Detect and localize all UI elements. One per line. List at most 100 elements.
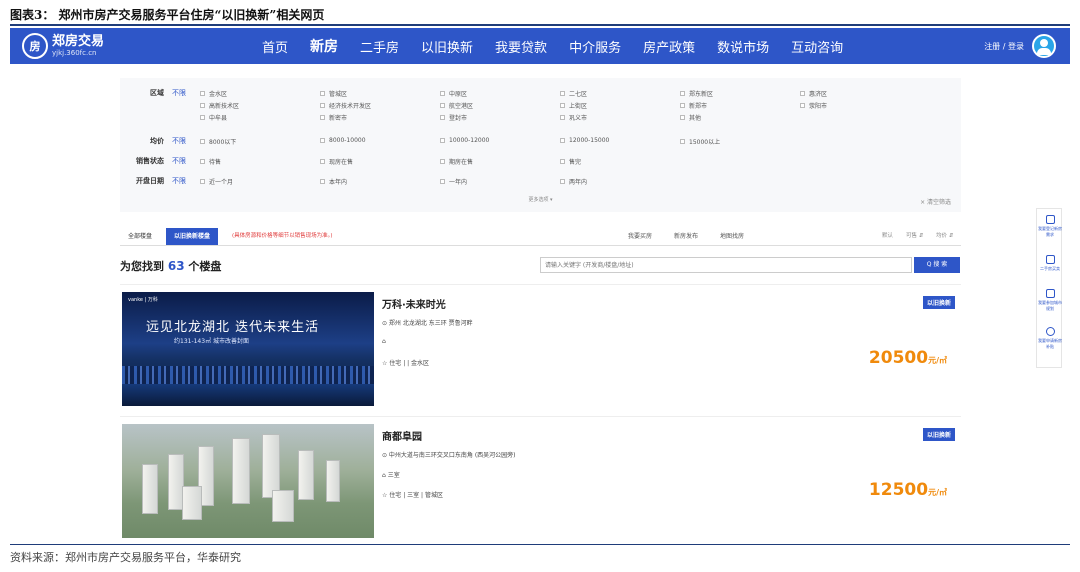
filter-option[interactable]: 10000-12000 <box>440 137 489 144</box>
side-item-subsidy[interactable]: 我要申请新房补贴 <box>1037 327 1063 350</box>
filter-option[interactable]: 荥阳市 <box>800 101 827 110</box>
filter-option[interactable]: 新郑市 <box>680 101 707 110</box>
filter-option[interactable]: 两年内 <box>560 177 587 186</box>
nav-market-data[interactable]: 数说市场 <box>717 37 769 56</box>
logo-url: yjkj.360fc.cn <box>52 48 97 57</box>
filter-label-status: 销售状态 <box>136 157 164 165</box>
filter-option[interactable]: 管城区 <box>320 89 347 98</box>
clear-filter-button[interactable]: × 清空筛选 <box>920 197 951 206</box>
nav-loans[interactable]: 我要贷款 <box>495 37 547 56</box>
filter-label-district: 区域 <box>150 89 164 97</box>
filter-panel: 区域 不限 金水区 管城区 中原区 二七区 郑东新区 惠济区 高新技术区 经济技… <box>120 78 961 212</box>
listing-type: ☆ 住宅 | | 金水区 <box>382 360 430 367</box>
filter-option[interactable]: 惠济区 <box>800 89 827 98</box>
filter-label-price: 均价 <box>150 137 164 145</box>
nav-trade-in[interactable]: 以旧换新 <box>421 37 473 56</box>
side-toolbar: 我要登记新房需求 二手房买卖 我要参加城市规划 我要申请新房补贴 <box>1036 208 1062 368</box>
filter-status-unlimited[interactable]: 不限 <box>172 156 186 166</box>
more-options-toggle[interactable]: 更多选项 ▾ <box>120 196 961 203</box>
divider <box>120 416 961 417</box>
report-title: 图表3： 郑州市房产交易服务平台住房“以旧换新”相关网页 <box>10 8 325 22</box>
filter-option[interactable]: 金水区 <box>200 89 227 98</box>
filter-option[interactable]: 上街区 <box>560 101 587 110</box>
sort-default[interactable]: 默认 <box>882 228 893 245</box>
document-icon <box>1045 215 1055 224</box>
main-nav: 首页 新房 二手房 以旧换新 我要贷款 中介服务 房产政策 数说市场 互动咨询 <box>262 28 865 64</box>
listing-price: 12500元/㎡ <box>868 480 947 500</box>
nav-policy[interactable]: 房产政策 <box>643 37 695 56</box>
filter-option[interactable]: 8000以下 <box>200 137 236 146</box>
search-button[interactable]: Q 搜 索 <box>914 257 960 273</box>
filter-option[interactable]: 中原区 <box>440 89 467 98</box>
filter-option[interactable]: 8000-10000 <box>320 137 366 144</box>
listing-layout: ⌂ 三室 <box>382 472 400 479</box>
side-item-planning[interactable]: 我要参加城市规划 <box>1037 289 1063 312</box>
listing-address: ⊙ 中州大道与南三环交叉口东南角 (西吴河公园旁) <box>382 452 516 459</box>
filter-option[interactable]: 售完 <box>560 157 581 166</box>
report-source: 资料来源：郑州市房产交易服务平台，华泰研究 <box>10 551 241 564</box>
filter-option[interactable]: 现房在售 <box>320 157 353 166</box>
listing-tabs: 全部楼盘 以旧换新楼盘 (具体房源和价格等细节以销售现场为准。) 我要买房 新房… <box>120 228 961 246</box>
bottom-rule <box>10 544 1070 545</box>
logo-house-icon: 房 <box>22 33 48 59</box>
listing-card[interactable]: 商都阜园 ⊙ 中州大道与南三环交叉口东南角 (西吴河公园旁) ⌂ 三室 ☆ 住宅… <box>120 424 961 542</box>
filter-option[interactable]: 登封市 <box>440 113 467 122</box>
nav-consult[interactable]: 互动咨询 <box>791 37 843 56</box>
side-item-second-hand[interactable]: 二手房买卖 <box>1037 255 1063 272</box>
filter-option[interactable]: 15000以上 <box>680 137 720 146</box>
filter-option[interactable]: 一年内 <box>440 177 467 186</box>
filter-label-opening: 开盘日期 <box>136 177 164 185</box>
side-item-register[interactable]: 我要登记新房需求 <box>1037 215 1063 238</box>
title-rule <box>10 24 1070 26</box>
listing-card[interactable]: vanke | 万科 远见北龙湖北 迭代未来生活 约131-143㎡ 城市改善封… <box>120 292 961 410</box>
top-navbar: 房 郑房交易 yjkj.360fc.cn 首页 新房 二手房 以旧换新 我要贷款… <box>10 28 1070 64</box>
nav-home[interactable]: 首页 <box>262 37 288 56</box>
filter-option[interactable]: 经济技术开发区 <box>320 101 371 110</box>
user-avatar-icon[interactable] <box>1032 34 1056 58</box>
listing-price: 20500元/㎡ <box>868 348 947 368</box>
trade-in-badge: 以旧换新 <box>922 296 955 309</box>
filter-option[interactable]: 高新技术区 <box>200 101 239 110</box>
listing-image[interactable] <box>122 424 374 538</box>
filter-option[interactable]: 本年内 <box>320 177 347 186</box>
subsidy-icon <box>1045 327 1055 336</box>
filter-option[interactable]: 12000-15000 <box>560 137 609 144</box>
building-icon <box>1045 289 1055 298</box>
filter-option[interactable]: 航空港区 <box>440 101 473 110</box>
filter-option[interactable]: 郑东新区 <box>680 89 713 98</box>
divider <box>120 284 961 285</box>
filter-option[interactable]: 二七区 <box>560 89 587 98</box>
listing-title[interactable]: 商都阜园 <box>382 428 422 443</box>
tab-trade-in[interactable]: 以旧换新楼盘 <box>166 228 219 245</box>
home-icon <box>1045 255 1055 264</box>
nav-new-homes[interactable]: 新房 <box>310 36 338 56</box>
site-logo[interactable]: 房 郑房交易 yjkj.360fc.cn <box>22 33 272 59</box>
filter-option[interactable]: 期房在售 <box>440 157 473 166</box>
link-map-search[interactable]: 地图找房 <box>720 228 744 245</box>
filter-option[interactable]: 近一个月 <box>200 177 233 186</box>
filter-option[interactable]: 新密市 <box>320 113 347 122</box>
listing-image[interactable]: vanke | 万科 远见北龙湖北 迭代未来生活 约131-143㎡ 城市改善封… <box>122 292 374 406</box>
link-new-release[interactable]: 新房发布 <box>674 228 698 245</box>
result-count: 为您找到 63 个楼盘 <box>120 259 222 273</box>
search-input[interactable] <box>540 257 912 273</box>
filter-price-unlimited[interactable]: 不限 <box>172 136 186 146</box>
link-buy-home[interactable]: 我要买房 <box>628 228 652 245</box>
tab-all[interactable]: 全部楼盘 <box>128 228 152 245</box>
listing-layout: ⌂ <box>382 338 386 345</box>
tab-note: (具体房源和价格等细节以销售现场为准。) <box>232 233 333 239</box>
filter-option[interactable]: 待售 <box>200 157 221 166</box>
filter-opening-unlimited[interactable]: 不限 <box>172 176 186 186</box>
sort-price[interactable]: 均价 ⇵ <box>936 228 953 245</box>
listing-type: ☆ 住宅 | 三室 | 管城区 <box>382 492 443 499</box>
nav-agency[interactable]: 中介服务 <box>569 37 621 56</box>
filter-option[interactable]: 中牟县 <box>200 113 227 122</box>
nav-second-hand[interactable]: 二手房 <box>360 37 399 56</box>
sort-available[interactable]: 可售 ⇵ <box>906 228 923 245</box>
listing-title[interactable]: 万科·未来时光 <box>382 296 446 311</box>
filter-district-unlimited[interactable]: 不限 <box>172 88 186 98</box>
filter-option[interactable]: 其他 <box>680 113 701 122</box>
listing-address: ⊙ 郑州 北龙湖北 东三环 贾鲁河畔 <box>382 320 473 327</box>
filter-option[interactable]: 巩义市 <box>560 113 587 122</box>
login-link[interactable]: 注册 / 登录 <box>984 41 1024 52</box>
